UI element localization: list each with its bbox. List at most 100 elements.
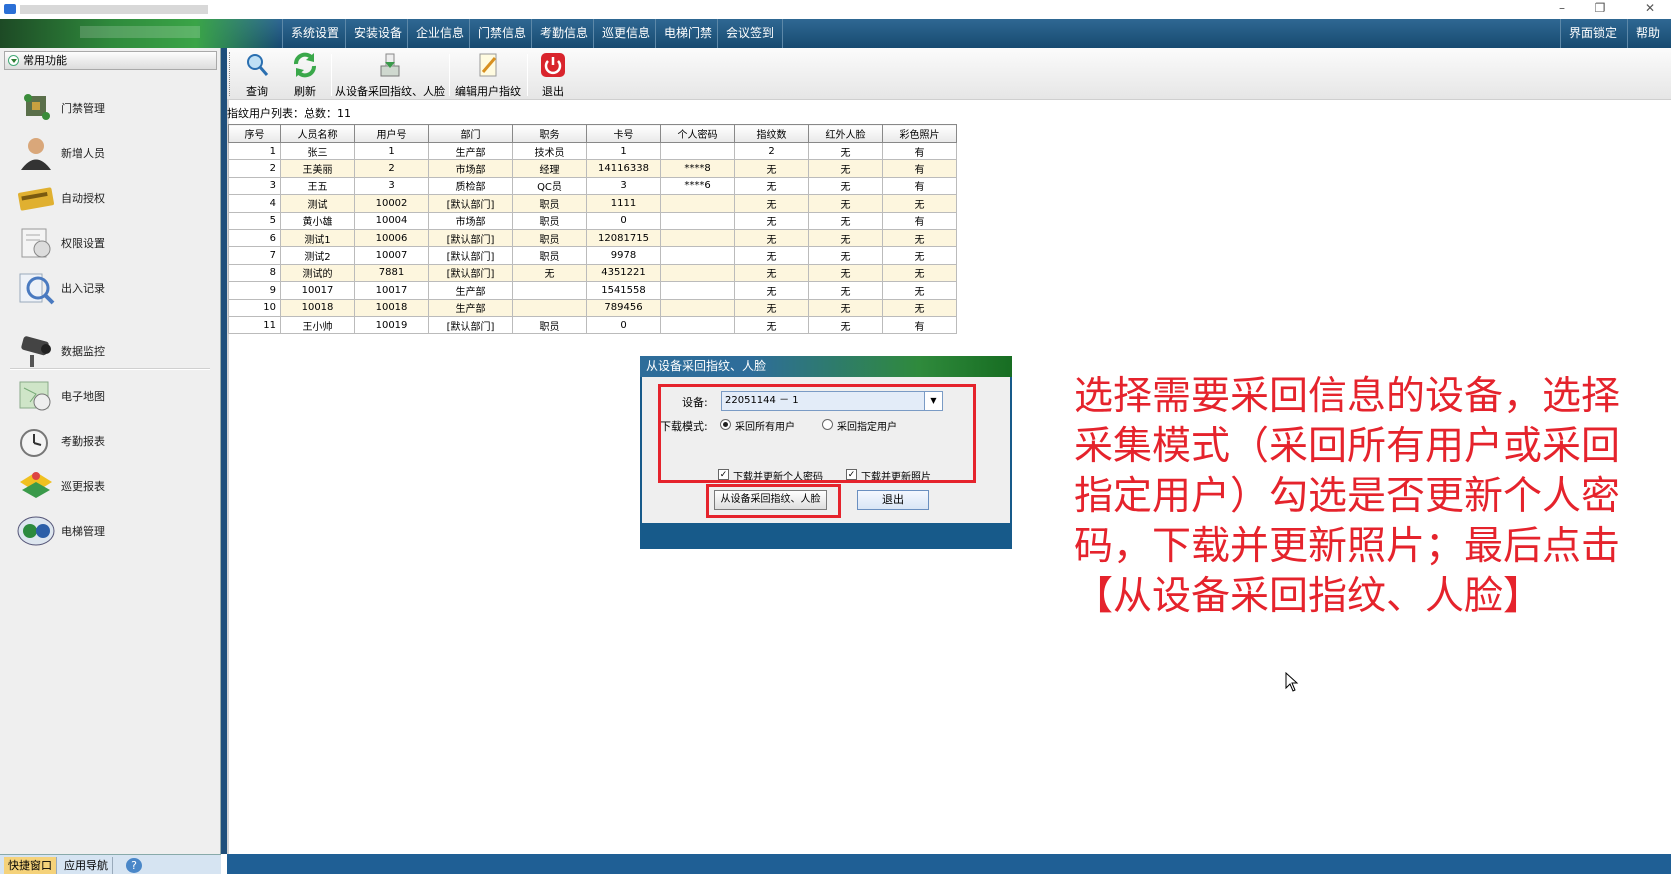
col-ir-face[interactable]: 红外人脸 [808, 124, 883, 143]
table-row[interactable]: 3 王五 3 质检部 QC员 3 ****6 无无有 [228, 176, 957, 196]
exit-label: 退出 [542, 85, 564, 98]
table-cell: 8 [228, 263, 281, 283]
menu-company-info[interactable]: 企业信息 [407, 19, 472, 48]
table-cell: 测试1 [280, 228, 355, 248]
sidebar-item-add-person[interactable]: 新增人员 [16, 133, 206, 173]
restore-button[interactable]: ❐ [1585, 0, 1615, 19]
table-cell: 有 [882, 159, 957, 178]
highlight-options-box [658, 384, 976, 483]
sidebar-item-map[interactable]: 电子地图 [16, 376, 206, 416]
col-color-photo[interactable]: 彩色照片 [882, 124, 957, 143]
col-position[interactable]: 职务 [512, 124, 587, 143]
refresh-button[interactable]: 刷新 [285, 48, 325, 100]
table-row[interactable]: 5 黄小雄 10004 市场部 职员 0 无无有 [228, 211, 957, 230]
table-cell: [默认部门] [428, 228, 513, 248]
table-row[interactable]: 11 王小帅 10019 [默认部门] 职员 0 无无有 [228, 315, 957, 335]
menu-meeting-signin[interactable]: 会议签到 [717, 19, 784, 48]
table-cell: 无 [734, 159, 809, 178]
sidebar-item-label: 电梯管理 [61, 525, 105, 538]
sidebar-item-label: 考勤报表 [61, 435, 105, 448]
auto-authorize-icon [18, 187, 54, 211]
table-row[interactable]: 10 10018 10018 生产部 789456 无无无 [228, 298, 957, 317]
table-cell: 0 [586, 315, 661, 335]
table-row[interactable]: 9 10017 10017 生产部 1541558 无无无 [228, 281, 957, 300]
col-seq[interactable]: 序号 [228, 124, 281, 143]
table-cell: 无 [808, 194, 883, 213]
menu-access-info[interactable]: 门禁信息 [469, 19, 534, 48]
table-cell: 无 [808, 159, 883, 178]
sidebar-header[interactable]: 常用功能 [4, 51, 217, 70]
menu-elevator-access[interactable]: 电梯门禁 [655, 19, 720, 48]
dialog-exit-button[interactable]: 退出 [857, 490, 929, 510]
table-cell: 10017 [354, 281, 429, 300]
table-cell: 3 [586, 176, 661, 196]
exit-button[interactable]: 退出 [533, 48, 573, 100]
col-password[interactable]: 个人密码 [660, 124, 735, 143]
sidebar-item-patrol-report[interactable]: 巡更报表 [16, 466, 206, 506]
menu-attendance-info[interactable]: 考勤信息 [531, 19, 596, 48]
table-cell: 经理 [512, 159, 587, 178]
sidebar-item-label: 电子地图 [61, 390, 105, 403]
sidebar-tabs: 快捷窗口 应用导航 ? [0, 854, 221, 874]
tab-app-navigation[interactable]: 应用导航 [60, 857, 113, 874]
highlight-fetch-button-box [706, 484, 841, 518]
table-cell: 职员 [512, 246, 587, 265]
help-icon[interactable]: ? [126, 858, 142, 873]
col-department[interactable]: 部门 [428, 124, 513, 143]
table-row[interactable]: 2 王美丽 2 市场部 经理 14116338 ****8 无无有 [228, 159, 957, 178]
edit-fingerprint-button[interactable]: 编辑用户指纹 [453, 48, 523, 100]
table-row[interactable]: 1 张三 1 生产部 技术员 1 2 无有 [228, 141, 957, 161]
sidebar-item-attendance-report[interactable]: 考勤报表 [16, 421, 206, 461]
table-cell: 无 [882, 263, 957, 283]
table-cell [660, 246, 735, 265]
table-row[interactable]: 6 测试1 10006 [默认部门] 职员 12081715 无无无 [228, 228, 957, 248]
sidebar-item-door-access[interactable]: 门禁管理 [16, 88, 206, 128]
table-cell: 2 [734, 141, 809, 161]
table-cell: 无 [734, 211, 809, 230]
query-button[interactable]: 查询 [237, 48, 277, 100]
table-cell: 无 [734, 176, 809, 196]
table-cell: 无 [808, 298, 883, 317]
col-name[interactable]: 人员名称 [280, 124, 355, 143]
tab-quick-window[interactable]: 快捷窗口 [4, 857, 57, 874]
table-cell [660, 228, 735, 248]
table-cell: 4351221 [586, 263, 661, 283]
sidebar-item-monitor[interactable]: 数据监控 [16, 331, 206, 371]
title-bar: – ❐ ✕ [0, 0, 1671, 19]
col-user-no[interactable]: 用户号 [354, 124, 429, 143]
table-row[interactable]: 7 测试2 10007 [默认部门] 职员 9978 无无无 [228, 246, 957, 265]
table-cell: 4 [228, 194, 281, 213]
table-cell: 职员 [512, 228, 587, 248]
dialog-title[interactable]: 从设备采回指纹、人脸 [640, 356, 1012, 377]
sidebar-item-access-record[interactable]: 出入记录 [16, 268, 206, 308]
table-cell: 3 [354, 176, 429, 196]
menu-lock-ui[interactable]: 界面锁定 [1560, 19, 1625, 48]
access-record-icon [19, 273, 55, 305]
col-fingerprint-count[interactable]: 指纹数 [734, 124, 809, 143]
minimize-button[interactable]: – [1547, 0, 1577, 19]
table-row[interactable]: 8 测试的 7881 [默认部门] 无 4351221 无无无 [228, 263, 957, 283]
table-cell: 10007 [354, 246, 429, 265]
table-cell: 无 [808, 176, 883, 196]
sidebar-item-auto-authorize[interactable]: 自动授权 [16, 178, 206, 218]
add-person-icon [21, 138, 51, 170]
table-cell: 无 [808, 263, 883, 283]
menu-install-device[interactable]: 安装设备 [345, 19, 410, 48]
sidebar-item-permission[interactable]: 权限设置 [16, 223, 206, 263]
logo-blurred [80, 26, 200, 38]
col-card-no[interactable]: 卡号 [586, 124, 661, 143]
menu-patrol-info[interactable]: 巡更信息 [593, 19, 658, 48]
menu-help[interactable]: 帮助 [1627, 19, 1668, 48]
toolbar-separator [527, 54, 528, 96]
collapse-icon[interactable] [8, 55, 19, 66]
table-cell: 测试2 [280, 246, 355, 265]
fetch-fingerprint-face-button[interactable]: 从设备采回指纹、人脸 [335, 48, 445, 100]
sidebar-item-elevator[interactable]: 电梯管理 [16, 511, 206, 551]
elevator-icon [17, 516, 55, 546]
menu-system-settings[interactable]: 系统设置 [282, 19, 347, 48]
close-button[interactable]: ✕ [1635, 0, 1665, 19]
table-cell: 有 [882, 315, 957, 335]
instruction-annotation: 选择需要采回信息的设备，选择采集模式（采回所有用户或采回指定用户）勾选是否更新个… [1074, 374, 1621, 619]
table-row[interactable]: 4 测试 10002 [默认部门] 职员 1111 无无无 [228, 194, 957, 213]
table-cell: 生产部 [428, 281, 513, 300]
